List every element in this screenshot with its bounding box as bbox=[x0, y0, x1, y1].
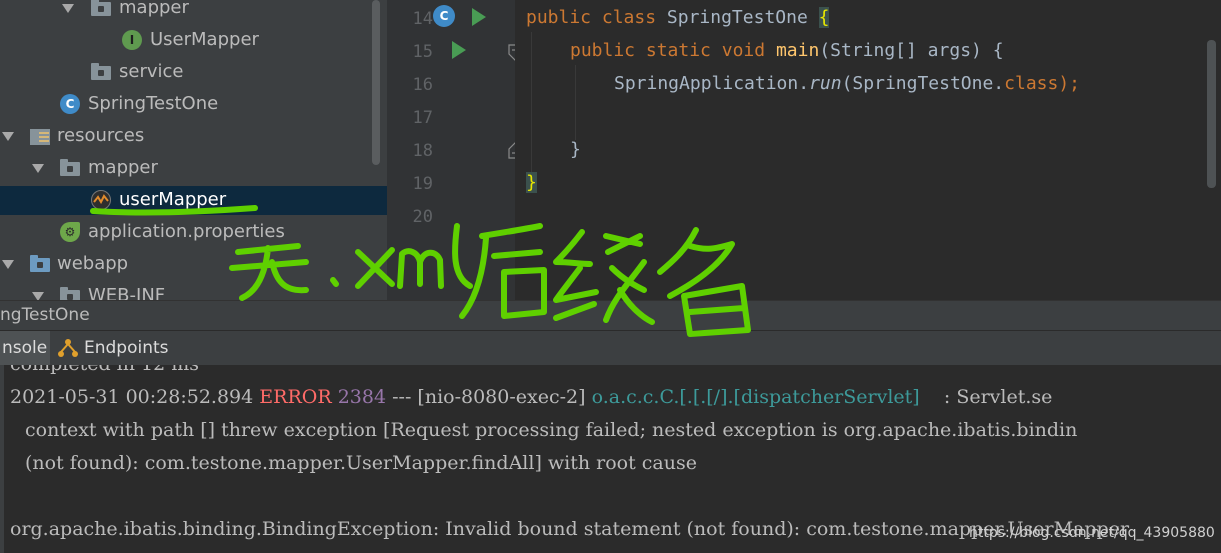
handwritten-annotation bbox=[90, 205, 751, 337]
watermark-text: https://blog.csdn.net/qq_43905880 bbox=[969, 525, 1215, 541]
annotation-underline bbox=[90, 205, 258, 216]
